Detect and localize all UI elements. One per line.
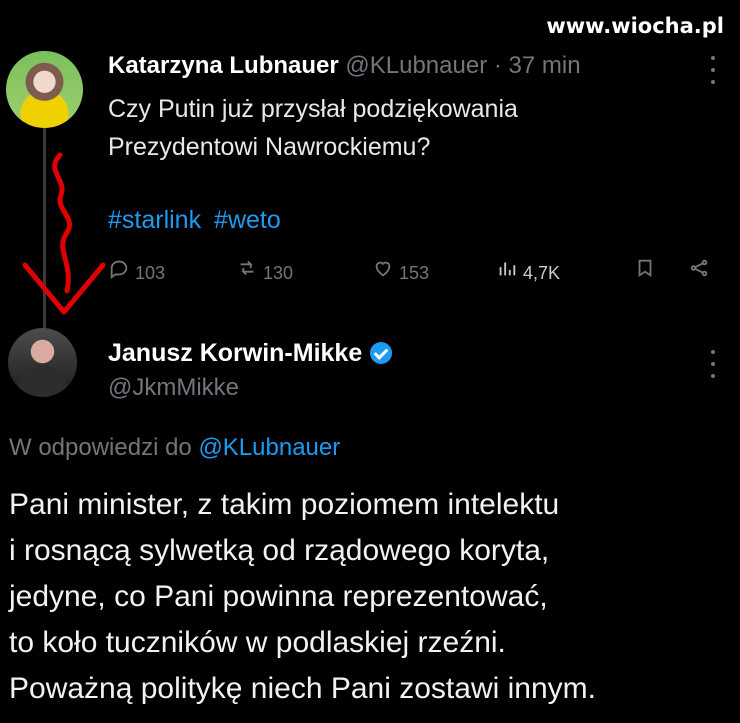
more-dot-icon [711,374,715,378]
tweet1-line-1: Czy Putin już przysłał podziękowania [108,95,518,123]
more-dot-icon [711,56,715,60]
red-annotation-arrow [22,152,106,315]
tweet-time[interactable]: 37 min [509,52,581,79]
reply-line: to koło tuczników w podlaskiej rzeźni. [9,626,506,659]
reply-context: W odpowiedzi do @KLubnauer [9,433,340,463]
bookmark-icon [634,255,656,291]
tweet2-author-row: Janusz Korwin-Mikke [108,338,393,368]
more-dot-icon [711,362,715,366]
repost-count: 130 [263,263,294,283]
share-button[interactable] [688,255,710,291]
reply-line: jedyne, co Pani powinna reprezentować, [9,580,548,613]
reply-author-handle[interactable]: @JkmMikke [108,374,239,402]
reply-line: i rosnącą sylwetką od rządowego koryta, [9,534,550,567]
share-icon [688,255,710,291]
more-dot-icon [711,350,715,354]
more-dot-icon [711,80,715,84]
tweet1-line-2: Prezydentowi Nawrockiemu? [108,133,431,161]
reply-line: Poważną politykę niech Pani zostawi inny… [9,672,596,705]
reply-line: Pani minister, z takim poziomem intelekt… [9,488,560,521]
reply-author-name[interactable]: Janusz Korwin-Mikke [108,338,362,368]
thread-connector [43,126,46,332]
more-icon[interactable] [709,56,717,84]
more-icon[interactable] [709,350,717,378]
analytics-icon [496,255,518,291]
separator-dot: · [493,52,509,79]
view-count: 4,7K [523,263,561,283]
reply-icon [108,255,130,291]
author-name[interactable]: Katarzyna Lubnauer [108,52,339,79]
tweet1-hashtags: #starlink #weto [108,205,287,235]
tweet1-text: Czy Putin już przysłał podziękowania Pre… [108,90,628,166]
heart-icon [372,255,394,291]
repost-icon [236,255,258,291]
verified-badge-icon [370,342,393,364]
reply-mention[interactable]: @KLubnauer [198,434,340,461]
author-handle[interactable]: @KLubnauer [345,52,487,79]
reply-body: Pani minister, z takim poziomem intelekt… [9,482,731,712]
hashtag-link[interactable]: #starlink [108,206,201,234]
watermark: www.wiocha.pl [546,14,724,38]
more-dot-icon [711,68,715,72]
author-avatar[interactable] [6,51,83,128]
reply-button[interactable]: 103 [108,255,165,291]
tweet1-actions: 103 130 153 4,7K [108,255,718,291]
views-button[interactable]: 4,7K [496,255,560,291]
like-button[interactable]: 153 [372,255,429,291]
reply-author-avatar[interactable] [8,328,77,397]
repost-button[interactable]: 130 [236,255,293,291]
bookmark-button[interactable] [634,255,656,291]
reply-count: 103 [135,263,166,283]
hashtag-link[interactable]: #weto [214,206,281,234]
tweet1-header: Katarzyna Lubnauer @KLubnauer · 37 min [108,52,581,80]
like-count: 153 [399,263,430,283]
reply-prefix: W odpowiedzi do [9,434,192,461]
